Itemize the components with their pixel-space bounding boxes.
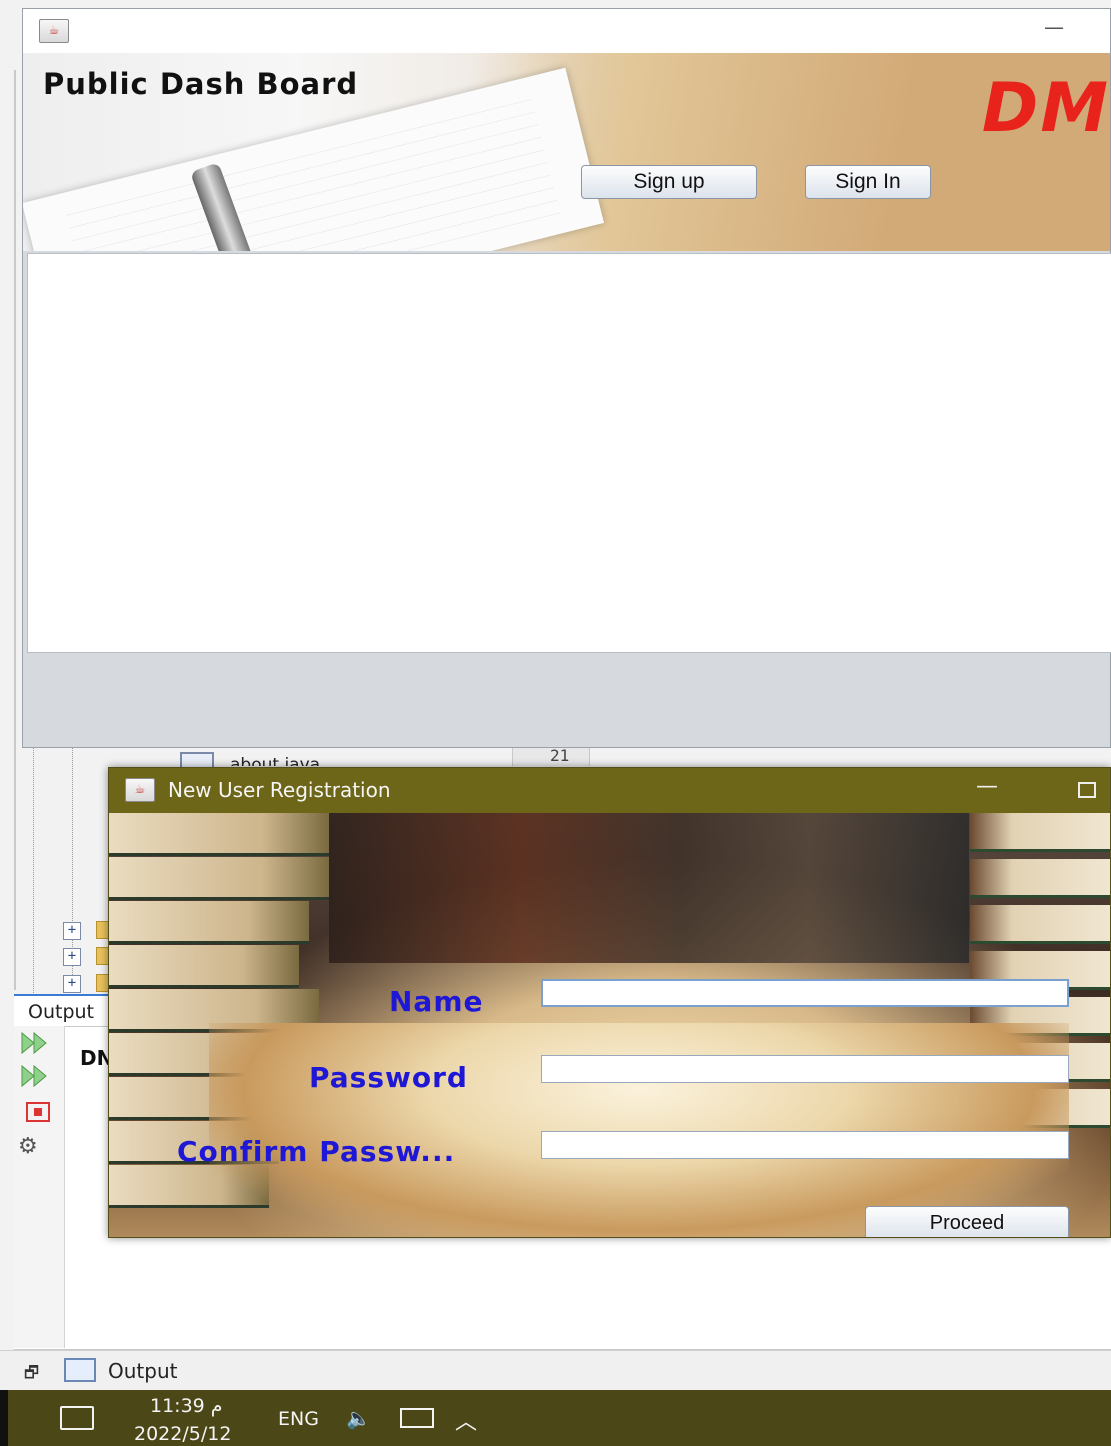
book-image (109, 945, 299, 988)
password-field[interactable] (541, 1055, 1069, 1083)
dashboard-banner: Public Dash Board DM Sign up Sign In (23, 53, 1110, 251)
expand-icon[interactable]: + (63, 922, 81, 940)
book-image (970, 813, 1110, 852)
clock-time[interactable]: 11:39 م (150, 1395, 223, 1417)
dashboard-titlebar[interactable]: ☕ — (23, 9, 1110, 54)
volume-icon[interactable]: 🔈 (346, 1406, 371, 1430)
project-file-item[interactable]: about.java (230, 752, 320, 766)
stop-icon[interactable] (26, 1102, 50, 1122)
notification-icon[interactable] (60, 1406, 94, 1430)
sign-in-button[interactable]: Sign In (805, 165, 931, 199)
window-title: New User Registration (168, 778, 391, 802)
name-field[interactable] (541, 979, 1069, 1007)
name-label: Name (389, 985, 484, 1018)
dashboard-content-panel (27, 253, 1111, 653)
confirm-password-label: Confirm Passw... (177, 1135, 456, 1168)
book-image (109, 901, 309, 944)
book-image (970, 905, 1110, 944)
language-indicator[interactable]: ENG (278, 1408, 319, 1430)
output-window-icon (64, 1358, 96, 1382)
registration-window: ☕ New User Registration — Name Password … (108, 767, 1111, 1238)
proceed-button[interactable]: Proceed (865, 1206, 1069, 1237)
book-image (109, 813, 329, 856)
book-image (970, 859, 1110, 898)
taskbar-edge (0, 1390, 8, 1446)
settings-icon[interactable]: ⚙ (18, 1134, 38, 1159)
rerun-icon[interactable] (20, 1031, 52, 1055)
java-app-icon: ☕ (125, 778, 155, 802)
dashboard-window: ☕ — Public Dash Board DM Sign up Sign In (22, 8, 1111, 748)
minimize-icon[interactable]: — (976, 774, 998, 799)
bookshelf-image (329, 813, 969, 963)
expand-icon[interactable]: + (63, 975, 81, 993)
password-label: Password (309, 1061, 468, 1094)
output-tab[interactable]: Output (14, 994, 110, 1026)
page-title: Public Dash Board (43, 67, 359, 101)
chevron-up-icon[interactable]: ︿ (455, 1404, 477, 1436)
expand-icon[interactable]: + (63, 948, 81, 966)
registration-background: Name Password Confirm Passw... Proceed (109, 813, 1110, 1237)
sign-up-button[interactable]: Sign up (581, 165, 757, 199)
book-image (109, 857, 329, 900)
registration-titlebar[interactable]: ☕ New User Registration — (109, 768, 1110, 813)
logo: DM (981, 69, 1110, 148)
maximize-icon[interactable] (1078, 782, 1096, 798)
output-window-button[interactable]: Output (108, 1359, 177, 1383)
ide-left-divider (14, 70, 16, 990)
tree-guide-line (33, 745, 34, 995)
java-file-icon (180, 752, 214, 768)
clock-date[interactable]: 2022/5/12 (134, 1423, 231, 1445)
restore-window-icon[interactable]: 🗗 (24, 1362, 39, 1389)
rerun-with-params-icon[interactable] (20, 1064, 52, 1088)
line-number: 21 (550, 746, 570, 765)
java-app-icon: ☕ (39, 19, 69, 43)
confirm-password-field[interactable] (541, 1131, 1069, 1159)
minimize-icon[interactable]: — (1044, 15, 1064, 39)
network-icon[interactable] (400, 1408, 434, 1428)
